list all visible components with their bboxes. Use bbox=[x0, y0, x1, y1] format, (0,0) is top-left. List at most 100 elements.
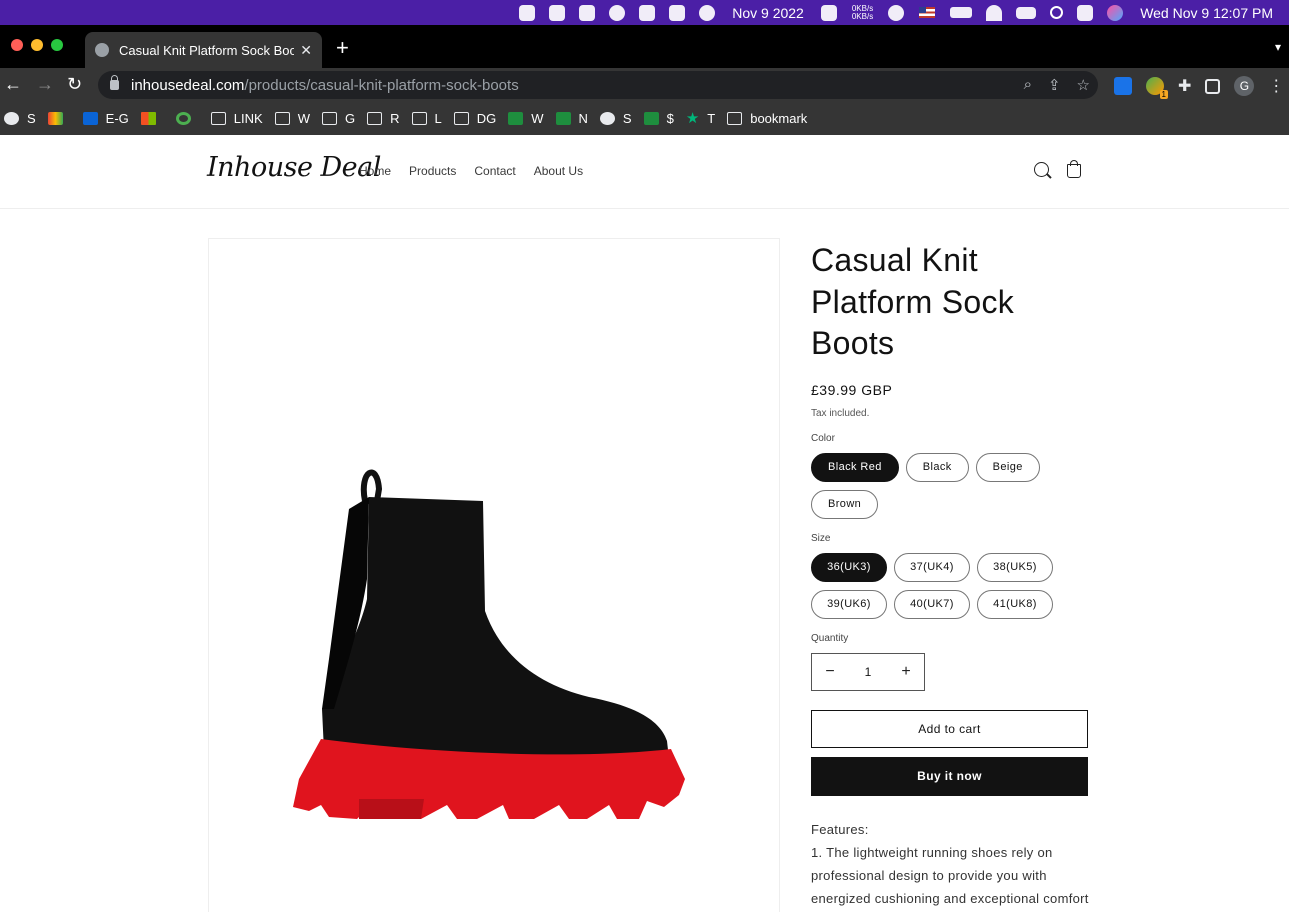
bookmark-item[interactable]: G bbox=[321, 111, 356, 126]
size-option[interactable]: 40(UK7) bbox=[894, 589, 970, 619]
color-option[interactable]: Beige bbox=[975, 452, 1040, 482]
us-flag-icon[interactable] bbox=[919, 7, 936, 18]
bookmark-label: G bbox=[344, 111, 356, 126]
direction-icon[interactable] bbox=[699, 4, 716, 21]
add-to-cart-button[interactable]: Add to cart bbox=[811, 709, 1088, 748]
bookmark-star-icon[interactable]: ☆ bbox=[1077, 76, 1090, 94]
spotlight-search-icon[interactable] bbox=[1050, 6, 1064, 19]
bookmark-item[interactable]: W bbox=[508, 111, 544, 126]
site-header: Inhouse Deal Home Products Contact About… bbox=[0, 136, 1289, 209]
bookmark-label: E-G bbox=[105, 111, 129, 126]
folder-icon bbox=[210, 112, 226, 125]
bookmark-item[interactable]: L bbox=[411, 111, 442, 126]
bookmark-label: LINK bbox=[233, 111, 263, 126]
size-option[interactable]: 38(UK5) bbox=[977, 552, 1053, 582]
bookmark-item[interactable] bbox=[175, 112, 199, 125]
bookmark-item[interactable]: W bbox=[274, 111, 310, 126]
zoom-icon[interactable]: ⌕ bbox=[1024, 76, 1032, 94]
quantity-input[interactable]: 1 bbox=[850, 665, 886, 679]
color-option[interactable]: Brown bbox=[811, 489, 879, 519]
outlook-icon bbox=[82, 112, 98, 125]
tasks-icon[interactable] bbox=[669, 4, 686, 21]
keyboard-icon[interactable] bbox=[1016, 6, 1037, 19]
bookmark-label: S bbox=[27, 111, 36, 126]
fullscreen-window-button[interactable] bbox=[51, 39, 63, 51]
g-icon bbox=[175, 112, 191, 125]
size-option[interactable]: 37(UK4) bbox=[894, 552, 970, 582]
features-text: 1. The lightweight running shoes rely on… bbox=[811, 844, 1089, 906]
features-heading: Features: bbox=[811, 821, 869, 837]
color-option[interactable]: Black bbox=[905, 452, 969, 482]
nav-about-us[interactable]: About Us bbox=[534, 164, 583, 178]
bookmark-item[interactable]: E-G bbox=[82, 111, 129, 126]
minimize-window-button[interactable] bbox=[31, 39, 43, 51]
teamviewer-icon[interactable] bbox=[609, 4, 626, 21]
url-host: inhousedeal.com bbox=[131, 76, 245, 94]
globe-icon bbox=[4, 112, 19, 125]
cart-icon[interactable] bbox=[1067, 160, 1081, 178]
sheet-icon bbox=[643, 112, 659, 125]
bookmark-item[interactable]: N bbox=[555, 111, 588, 126]
wechat-icon[interactable] bbox=[549, 4, 566, 21]
site-logo[interactable]: Inhouse Deal bbox=[207, 152, 381, 183]
search-icon[interactable] bbox=[1034, 162, 1049, 177]
size-option[interactable]: 39(UK6) bbox=[811, 589, 887, 619]
product-description: Features: 1. The lightweight running sho… bbox=[811, 818, 1101, 910]
puzzle-extensions-icon[interactable]: ✚ bbox=[1178, 76, 1191, 96]
bookmark-item[interactable] bbox=[47, 112, 71, 125]
back-button[interactable]: ← bbox=[4, 74, 22, 94]
menubar-date[interactable]: Nov 9 2022 bbox=[732, 5, 804, 21]
size-option[interactable]: 36(UK3) bbox=[811, 552, 887, 582]
menubar-clock[interactable]: Wed Nov 9 12:07 PM bbox=[1140, 5, 1273, 21]
folder-icon bbox=[321, 112, 337, 125]
size-label: Size bbox=[811, 532, 831, 544]
boot-upper bbox=[322, 497, 669, 765]
control-center-icon[interactable] bbox=[1077, 4, 1094, 21]
download-extension-icon[interactable] bbox=[1114, 77, 1132, 95]
time-machine-icon[interactable] bbox=[888, 4, 905, 21]
battery-icon[interactable] bbox=[950, 7, 973, 18]
nav-contact[interactable]: Contact bbox=[474, 164, 515, 178]
surfshark-icon[interactable] bbox=[579, 4, 596, 21]
bear-icon[interactable] bbox=[639, 4, 656, 21]
more-menu-icon[interactable]: ⋮ bbox=[1268, 76, 1284, 96]
folder-icon bbox=[411, 112, 427, 125]
close-window-button[interactable] bbox=[11, 39, 23, 51]
tab-search-chevron-icon[interactable]: ▾ bbox=[1275, 40, 1281, 54]
main-nav: Home Products Contact About Us bbox=[359, 164, 583, 178]
reload-button[interactable]: ↻ bbox=[67, 74, 82, 94]
quantity-decrease-button[interactable]: − bbox=[812, 663, 848, 681]
bookmark-item[interactable]: S bbox=[4, 111, 36, 126]
extension-badge-icon[interactable]: 1 bbox=[1146, 77, 1168, 99]
product-image[interactable] bbox=[208, 238, 780, 912]
bookmark-item[interactable]: DG bbox=[453, 111, 496, 126]
share-icon[interactable]: ⇪ bbox=[1048, 76, 1061, 94]
nav-home[interactable]: Home bbox=[359, 164, 391, 178]
color-option[interactable]: Black Red bbox=[811, 452, 899, 482]
size-option[interactable]: 41(UK8) bbox=[977, 589, 1053, 619]
browser-tab-active[interactable]: Casual Knit Platform Sock Boots ✕ bbox=[85, 32, 322, 68]
buy-now-button[interactable]: Buy it now bbox=[811, 756, 1088, 796]
siri-icon[interactable] bbox=[1107, 4, 1124, 21]
bookmark-item[interactable]: LINK bbox=[210, 111, 263, 126]
bookmark-item[interactable]: R bbox=[367, 111, 400, 126]
url-path: /products/casual-knit-platform-sock-boot… bbox=[244, 76, 519, 94]
forward-button[interactable]: → bbox=[36, 74, 54, 94]
close-tab-icon[interactable]: ✕ bbox=[300, 42, 312, 59]
bookmark-item[interactable]: $ bbox=[643, 111, 674, 126]
bookmark-item[interactable]: bookmark bbox=[727, 111, 807, 126]
quantity-increase-button[interactable]: + bbox=[888, 663, 924, 681]
profile-avatar[interactable]: G bbox=[1234, 76, 1255, 96]
bookmark-item[interactable]: S bbox=[599, 111, 632, 126]
new-tab-button[interactable]: + bbox=[336, 37, 349, 59]
bookmark-item[interactable] bbox=[140, 112, 164, 125]
wifi-icon[interactable] bbox=[986, 4, 1003, 21]
address-bar[interactable]: inhousedeal.com/products/casual-knit-pla… bbox=[98, 71, 1098, 99]
bookmark-label: N bbox=[578, 111, 588, 126]
lock-icon[interactable] bbox=[110, 75, 119, 90]
bookmark-item[interactable]: ★ T bbox=[686, 111, 715, 126]
side-panel-icon[interactable] bbox=[1205, 78, 1221, 94]
nav-products[interactable]: Products bbox=[409, 164, 456, 178]
cat-icon[interactable] bbox=[820, 4, 837, 21]
qq-icon[interactable] bbox=[519, 4, 536, 21]
